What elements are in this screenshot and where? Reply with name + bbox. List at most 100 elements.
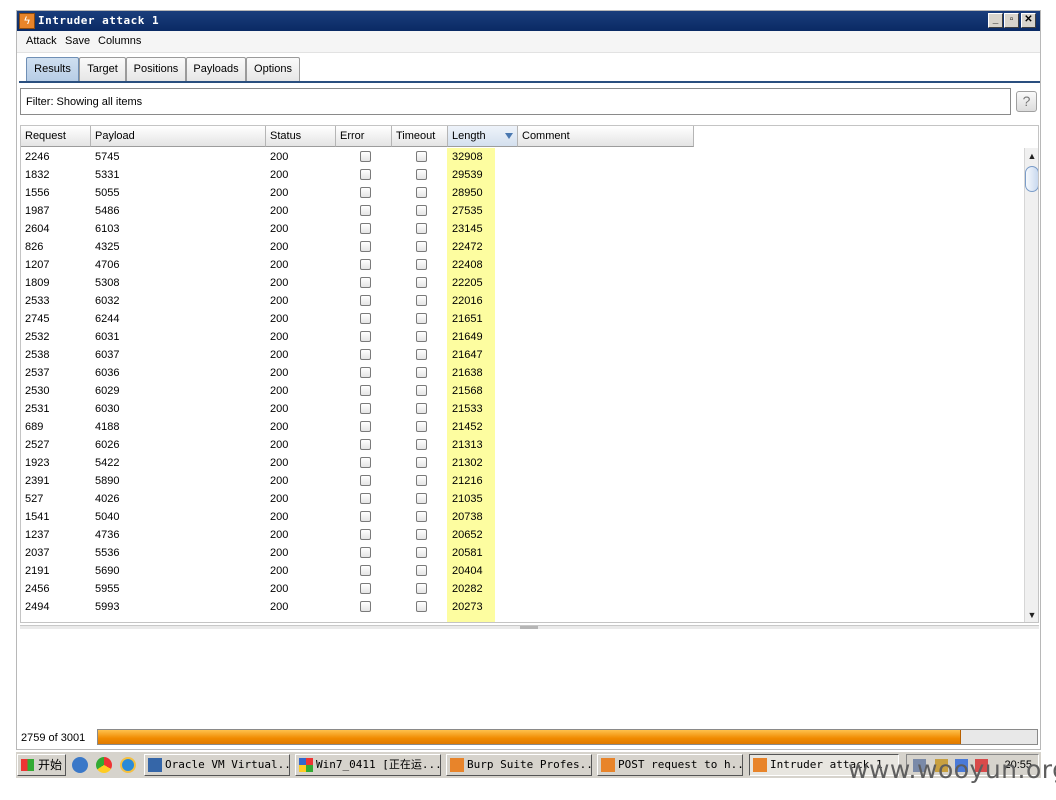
column-header-payload[interactable]: Payload — [91, 126, 266, 147]
column-header-error[interactable]: Error — [336, 126, 392, 147]
scroll-up-icon[interactable]: ▲ — [1026, 149, 1038, 163]
table-row[interactable]: 2537 6036 200 21638 — [21, 364, 1021, 382]
timeout-checkbox — [416, 601, 427, 612]
column-header-timeout[interactable]: Timeout — [392, 126, 448, 147]
table-row[interactable]: 1541 5040 200 20738 — [21, 508, 1021, 526]
column-header-length[interactable]: Length — [448, 126, 518, 147]
title-bar[interactable]: ϟ Intruder attack 1 _ ▫ ✕ — [17, 11, 1040, 31]
cell-status: 200 — [270, 457, 289, 469]
timeout-checkbox — [416, 277, 427, 288]
tab-payloads[interactable]: Payloads — [186, 57, 246, 81]
column-header-status[interactable]: Status — [266, 126, 336, 147]
menu-attack[interactable]: Attack — [26, 35, 57, 47]
cell-status: 200 — [270, 367, 289, 379]
table-row[interactable]: 826 4325 200 22472 — [21, 238, 1021, 256]
table-row[interactable]: 2391 5890 200 21216 — [21, 472, 1021, 490]
cell-request: 1832 — [25, 169, 50, 181]
table-row[interactable]: 689 4188 200 21452 — [21, 418, 1021, 436]
cell-status: 200 — [270, 547, 289, 559]
ie-browser-quicklaunch-icon[interactable] — [120, 757, 136, 773]
error-checkbox — [360, 241, 371, 252]
menu-columns[interactable]: Columns — [98, 35, 141, 47]
scroll-down-icon[interactable]: ▼ — [1026, 608, 1038, 622]
tab-underline — [19, 81, 1040, 83]
table-row[interactable]: 2531 6030 200 21533 — [21, 400, 1021, 418]
filter-bar[interactable]: Filter: Showing all items — [20, 88, 1011, 115]
cell-length: 21651 — [452, 313, 483, 325]
tab-target[interactable]: Target — [79, 57, 126, 81]
tab-options[interactable]: Options — [246, 57, 300, 81]
table-row[interactable]: 1809 5308 200 22205 — [21, 274, 1021, 292]
table-row[interactable]: 2456 5955 200 20282 — [21, 580, 1021, 598]
table-row[interactable]: 1923 5422 200 21302 — [21, 454, 1021, 472]
taskbar-button-burp[interactable]: Burp Suite Profes... — [446, 754, 592, 776]
table-row[interactable]: 2745 6244 200 21651 — [21, 310, 1021, 328]
cell-length: 20581 — [452, 547, 483, 559]
menu-save[interactable]: Save — [65, 35, 90, 47]
cell-request: 2456 — [25, 583, 50, 595]
chrome-quicklaunch-icon[interactable] — [96, 757, 112, 773]
cell-request: 2532 — [25, 331, 50, 343]
maximize-button[interactable]: ▫ — [1004, 13, 1019, 28]
burp-icon — [753, 758, 767, 772]
cell-length: 28950 — [452, 187, 483, 199]
taskbar-button-win7[interactable]: Win7_0411 [正在运... — [295, 754, 441, 776]
cell-length: 21533 — [452, 403, 483, 415]
pane-splitter[interactable] — [20, 625, 1039, 629]
table-row[interactable]: 2533 6032 200 22016 — [21, 292, 1021, 310]
table-row[interactable]: 1237 4736 200 20652 — [21, 526, 1021, 544]
scroll-thumb[interactable] — [1025, 166, 1038, 192]
timeout-checkbox — [416, 421, 427, 432]
progress-count: 2759 of 3001 — [21, 732, 86, 744]
cell-length: 21216 — [452, 475, 483, 487]
cell-status: 200 — [270, 403, 289, 415]
table-row[interactable]: 2604 6103 200 23145 — [21, 220, 1021, 238]
cell-length: 21313 — [452, 439, 483, 451]
taskbar-button-virtualbox[interactable]: Oracle VM Virtual... — [144, 754, 290, 776]
cell-request: 2531 — [25, 403, 50, 415]
table-row[interactable]: 2246 5745 200 32908 — [21, 148, 1021, 166]
table-row[interactable]: 2191 5690 200 20404 — [21, 562, 1021, 580]
column-header-comment[interactable]: Comment — [518, 126, 694, 147]
table-row[interactable]: 1832 5331 200 29539 — [21, 166, 1021, 184]
table-row[interactable]: 2037 5536 200 20581 — [21, 544, 1021, 562]
table-row[interactable]: 2532 6031 200 21649 — [21, 328, 1021, 346]
window-title: Intruder attack 1 — [38, 14, 160, 27]
cell-length: 22408 — [452, 259, 483, 271]
table-row[interactable]: 1556 5055 200 28950 — [21, 184, 1021, 202]
minimize-button[interactable]: _ — [988, 13, 1003, 28]
table-row[interactable]: 2494 5993 200 20273 — [21, 598, 1021, 616]
ie-quicklaunch-icon[interactable] — [72, 757, 88, 773]
table-row[interactable]: 527 4026 200 21035 — [21, 490, 1021, 508]
cell-payload: 4325 — [95, 241, 120, 253]
cell-status: 200 — [270, 223, 289, 235]
cell-status: 200 — [270, 151, 289, 163]
cell-status: 200 — [270, 169, 289, 181]
taskbar-button-post-request[interactable]: POST request to h... — [597, 754, 743, 776]
close-button[interactable]: ✕ — [1021, 13, 1036, 28]
splitter-grip[interactable] — [520, 626, 538, 629]
vertical-scrollbar[interactable]: ▲ ▼ — [1024, 148, 1038, 622]
timeout-checkbox — [416, 313, 427, 324]
cell-request: 1237 — [25, 529, 50, 541]
tab-positions[interactable]: Positions — [126, 57, 186, 81]
error-checkbox — [360, 331, 371, 342]
cell-length: 32908 — [452, 151, 483, 163]
error-checkbox — [360, 439, 371, 450]
table-row[interactable]: 2530 6029 200 21568 — [21, 382, 1021, 400]
cell-request: 2191 — [25, 565, 50, 577]
cell-status: 200 — [270, 493, 289, 505]
timeout-checkbox — [416, 349, 427, 360]
table-row[interactable]: 2538 6037 200 21647 — [21, 346, 1021, 364]
table-row[interactable]: 1987 5486 200 27535 — [21, 202, 1021, 220]
timeout-checkbox — [416, 511, 427, 522]
cell-status: 200 — [270, 313, 289, 325]
help-icon[interactable]: ? — [1016, 91, 1037, 112]
cell-length: 20738 — [452, 511, 483, 523]
column-header-request[interactable]: Request — [21, 126, 91, 147]
tab-results[interactable]: Results — [26, 57, 79, 81]
sort-descending-icon — [505, 133, 513, 139]
table-row[interactable]: 2527 6026 200 21313 — [21, 436, 1021, 454]
table-row[interactable]: 1207 4706 200 22408 — [21, 256, 1021, 274]
start-button[interactable]: 开始 — [17, 754, 66, 776]
